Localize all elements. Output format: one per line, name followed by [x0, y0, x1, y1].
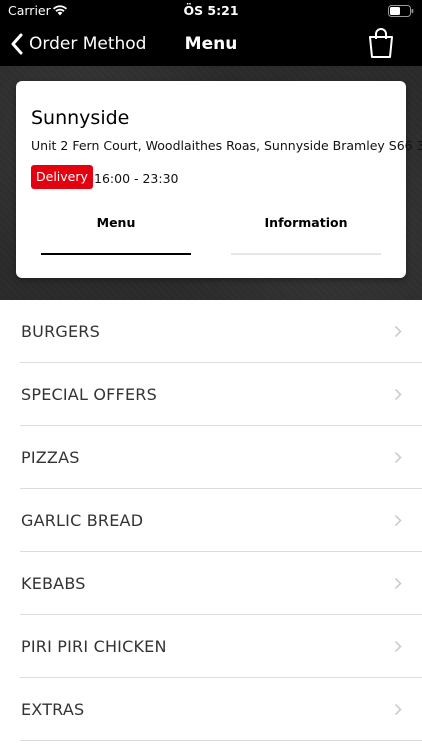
- chevron-right-icon: [394, 514, 402, 527]
- app-screen: Carrier ÖS 5:21 Order Method Menu Sunnys…: [0, 0, 422, 750]
- category-item-extras[interactable]: EXTRAS: [0, 678, 422, 741]
- category-item-pizzas[interactable]: PIZZAS: [0, 426, 422, 489]
- chevron-right-icon: [394, 640, 402, 653]
- back-button[interactable]: Order Method: [10, 22, 146, 66]
- category-item-special-offers[interactable]: SPECIAL OFFERS: [0, 363, 422, 426]
- chevron-right-icon: [394, 703, 402, 716]
- category-label: GARLIC BREAD: [21, 511, 144, 530]
- category-item-kebabs[interactable]: KEBABS: [0, 552, 422, 615]
- tab-information-label: Information: [264, 215, 348, 230]
- tab-menu[interactable]: Menu: [41, 209, 191, 255]
- store-name: Sunnyside: [31, 107, 130, 129]
- category-list: BURGERS SPECIAL OFFERS PIZZAS GARLIC BRE…: [0, 300, 422, 741]
- category-label: SPECIAL OFFERS: [21, 385, 157, 404]
- back-button-label: Order Method: [29, 34, 147, 54]
- status-time: ÖS 5:21: [183, 3, 239, 18]
- status-bar: Carrier ÖS 5:21: [0, 0, 422, 22]
- chevron-right-icon: [394, 451, 402, 464]
- delivery-badge: Delivery: [31, 165, 93, 189]
- tab-information[interactable]: Information: [231, 209, 381, 255]
- chevron-right-icon: [394, 325, 402, 338]
- category-label: PIRI PIRI CHICKEN: [21, 637, 167, 656]
- chevron-right-icon: [394, 577, 402, 590]
- store-address: Unit 2 Fern Court, Woodlaithes Roas, Sun…: [31, 138, 422, 153]
- tab-menu-label: Menu: [96, 215, 136, 230]
- category-label: PIZZAS: [21, 448, 80, 467]
- category-item-burgers[interactable]: BURGERS: [0, 300, 422, 363]
- store-card: Sunnyside Unit 2 Fern Court, Woodlaithes…: [16, 81, 422, 278]
- tab-menu-underline: [41, 253, 191, 255]
- battery-icon: [388, 5, 414, 17]
- shopping-bag-icon[interactable]: [366, 27, 396, 59]
- category-label: EXTRAS: [21, 700, 85, 719]
- category-label: KEBABS: [21, 574, 86, 593]
- opening-hours: 16:00 - 23:30: [94, 171, 179, 186]
- chevron-left-icon: [11, 33, 23, 55]
- category-item-piri-piri-chicken[interactable]: PIRI PIRI CHICKEN: [0, 615, 422, 678]
- navigation-bar: Order Method Menu: [0, 22, 422, 66]
- category-item-garlic-bread[interactable]: GARLIC BREAD: [0, 489, 422, 552]
- chevron-right-icon: [394, 388, 402, 401]
- category-label: BURGERS: [21, 322, 100, 341]
- tab-information-underline: [231, 253, 381, 255]
